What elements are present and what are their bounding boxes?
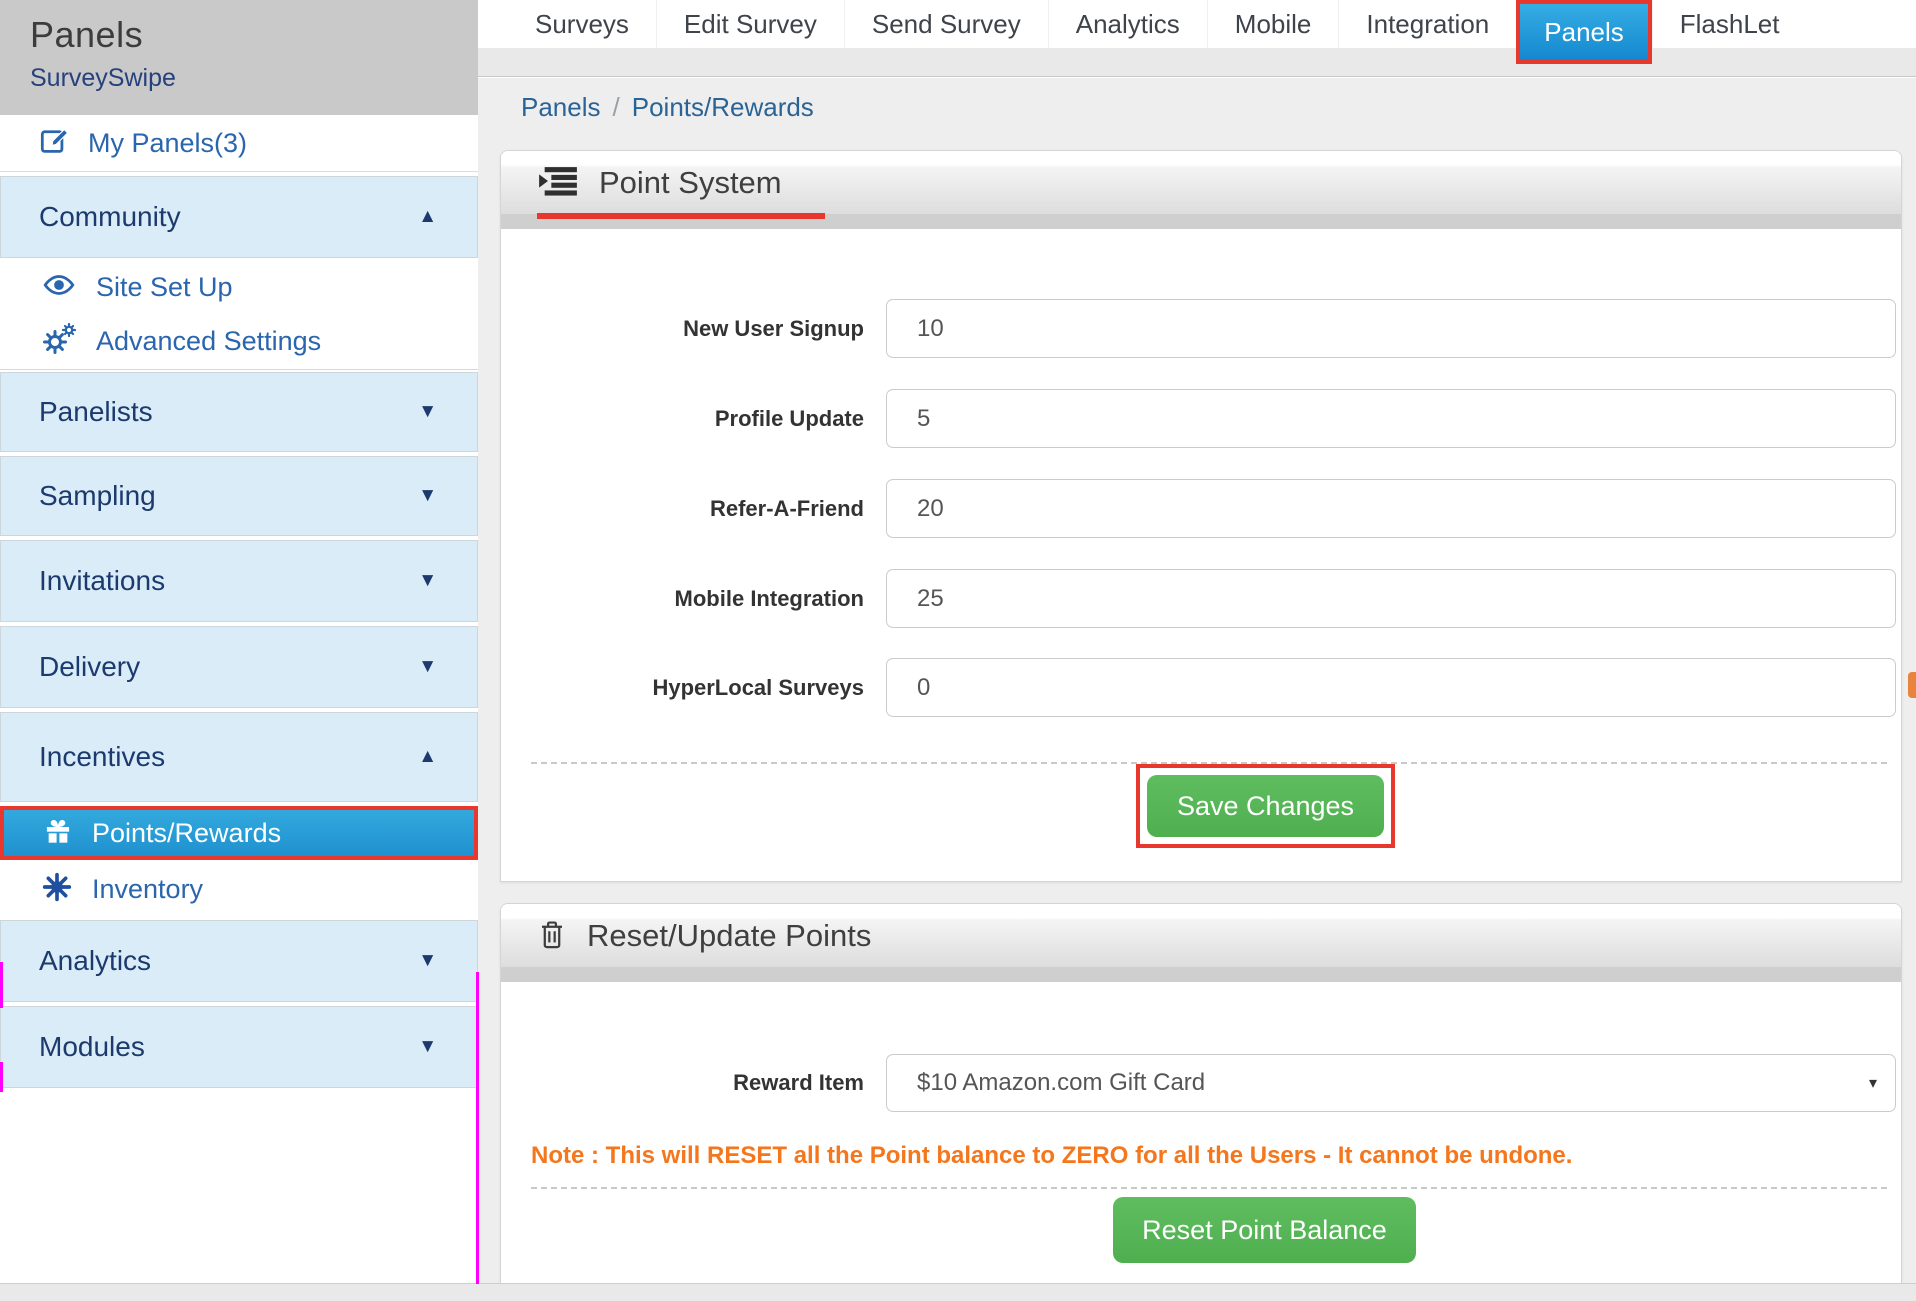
- tab-flashlet[interactable]: FlashLet: [1652, 0, 1807, 48]
- sidebar-section-modules[interactable]: Modules ▼: [0, 1006, 478, 1088]
- my-panels-label: My Panels(3): [88, 128, 247, 159]
- reset-point-balance-button[interactable]: Reset Point Balance: [1113, 1197, 1416, 1263]
- form-row-hyperlocal-surveys: HyperLocal Surveys: [501, 658, 1901, 717]
- chevron-down-icon: ▼: [418, 401, 437, 423]
- form-row-mobile-integration: Mobile Integration: [501, 569, 1901, 628]
- form-row-new-user-signup: New User Signup: [501, 299, 1901, 358]
- field-label: HyperLocal Surveys: [501, 675, 864, 701]
- section-label: Modules: [39, 1031, 145, 1063]
- annotation-pink-line: [0, 962, 3, 1008]
- reset-warning-note: Note : This will RESET all the Point bal…: [531, 1142, 1572, 1170]
- field-label: Reward Item: [501, 1070, 864, 1096]
- tab-surveys[interactable]: Surveys: [508, 0, 656, 48]
- dashed-divider: [531, 1187, 1887, 1189]
- section-label: Delivery: [39, 651, 140, 683]
- sidebar-subtitle: SurveySwipe: [30, 64, 478, 93]
- chevron-down-icon: ▼: [418, 950, 437, 972]
- sidebar-item-my-panels[interactable]: My Panels(3): [0, 116, 478, 172]
- field-label: Refer-A-Friend: [501, 496, 864, 522]
- annotation-pink-line: [0, 1062, 3, 1092]
- annotation-red-underline: [537, 213, 825, 219]
- new-user-signup-input[interactable]: [886, 299, 1896, 358]
- chevron-down-icon: ▼: [418, 656, 437, 678]
- mobile-integration-input[interactable]: [886, 569, 1896, 628]
- form-row-reward-item: Reward Item $10 Amazon.com Gift Card ▾: [501, 1054, 1901, 1112]
- trash-icon: [539, 919, 565, 954]
- field-label: Mobile Integration: [501, 586, 864, 612]
- tab-integration[interactable]: Integration: [1338, 0, 1516, 48]
- section-label: Incentives: [39, 741, 165, 773]
- sidebar-section-incentives[interactable]: Incentives ▲: [0, 712, 478, 802]
- nav-tabs: Surveys Edit Survey Send Survey Analytic…: [478, 0, 1916, 48]
- select-caret-icon: ▾: [1869, 1073, 1877, 1093]
- chevron-up-icon: ▲: [418, 206, 437, 228]
- point-system-title: Point System: [599, 165, 782, 201]
- annotation-pink-line: [476, 972, 479, 1284]
- reset-points-title: Reset/Update Points: [587, 918, 871, 954]
- breadcrumb-panels[interactable]: Panels: [521, 92, 601, 122]
- tab-panels[interactable]: Panels: [1516, 0, 1652, 64]
- sidebar-section-delivery[interactable]: Delivery ▼: [0, 626, 478, 708]
- section-label: Community: [39, 201, 181, 233]
- subitem-label: Inventory: [92, 874, 203, 905]
- subitem-label: Points/Rewards: [92, 818, 281, 849]
- save-changes-button[interactable]: Save Changes: [1147, 775, 1384, 837]
- chevron-down-icon: ▼: [418, 570, 437, 592]
- sidebar-item-site-set-up[interactable]: Site Set Up: [0, 260, 478, 314]
- eye-icon: [42, 274, 76, 301]
- tab-strip-background: [478, 48, 1916, 77]
- inventory-burst-icon: [42, 872, 72, 907]
- section-label: Sampling: [39, 480, 156, 512]
- tab-edit-survey[interactable]: Edit Survey: [656, 0, 844, 48]
- breadcrumb: Panels/Points/Rewards: [521, 92, 814, 123]
- subitem-label: Site Set Up: [96, 272, 233, 303]
- sidebar-section-invitations[interactable]: Invitations ▼: [0, 540, 478, 622]
- sidebar-title: Panels: [30, 14, 478, 56]
- reward-item-value: $10 Amazon.com Gift Card: [917, 1069, 1205, 1097]
- field-label: New User Signup: [501, 316, 864, 342]
- profile-update-input[interactable]: [886, 389, 1896, 448]
- top-navigation: Surveys Edit Survey Send Survey Analytic…: [478, 0, 1916, 48]
- chevron-down-icon: ▼: [418, 1036, 437, 1058]
- chevron-down-icon: ▼: [418, 485, 437, 507]
- tab-send-survey[interactable]: Send Survey: [844, 0, 1048, 48]
- point-system-panel: Point System New User Signup Profile Upd…: [500, 150, 1902, 882]
- form-row-profile-update: Profile Update: [501, 389, 1901, 448]
- gears-icon: [42, 323, 76, 360]
- breadcrumb-current: Points/Rewards: [632, 92, 814, 122]
- sidebar-item-advanced-settings[interactable]: Advanced Settings: [0, 314, 478, 368]
- tab-analytics[interactable]: Analytics: [1048, 0, 1207, 48]
- tab-mobile[interactable]: Mobile: [1207, 0, 1339, 48]
- gift-icon: [44, 817, 72, 850]
- sidebar: Panels SurveySwipe My Panels(3) Communit…: [0, 0, 478, 1301]
- section-label: Invitations: [39, 565, 165, 597]
- chevron-up-icon: ▲: [418, 746, 437, 768]
- annotation-red-box-save: Save Changes: [1136, 764, 1395, 848]
- reset-points-header: Reset/Update Points: [501, 904, 1901, 982]
- sidebar-item-points-rewards[interactable]: Points/Rewards: [0, 806, 478, 860]
- breadcrumb-separator: /: [601, 92, 632, 122]
- sidebar-section-analytics[interactable]: Analytics ▼: [0, 920, 478, 1002]
- sidebar-section-community[interactable]: Community ▲: [0, 176, 478, 258]
- sidebar-section-panelists[interactable]: Panelists ▼: [0, 372, 478, 452]
- sidebar-section-sampling[interactable]: Sampling ▼: [0, 456, 478, 536]
- divider: [0, 369, 478, 370]
- hyperlocal-surveys-input[interactable]: [886, 658, 1896, 717]
- subitem-label: Advanced Settings: [96, 326, 321, 357]
- form-row-refer-a-friend: Refer-A-Friend: [501, 479, 1901, 538]
- clipped-required-marker: [1908, 672, 1916, 698]
- point-system-list-icon: [539, 166, 577, 201]
- reset-update-points-panel: Reset/Update Points Reward Item $10 Amaz…: [500, 903, 1902, 1290]
- field-label: Profile Update: [501, 406, 864, 432]
- section-label: Analytics: [39, 945, 151, 977]
- sidebar-item-inventory[interactable]: Inventory: [0, 862, 478, 916]
- reward-item-select[interactable]: $10 Amazon.com Gift Card ▾: [886, 1054, 1896, 1112]
- sidebar-header: Panels SurveySwipe: [0, 0, 478, 115]
- refer-a-friend-input[interactable]: [886, 479, 1896, 538]
- page-bottom-bar: [0, 1283, 1916, 1301]
- edit-pencil-icon: [40, 126, 70, 161]
- section-label: Panelists: [39, 396, 153, 428]
